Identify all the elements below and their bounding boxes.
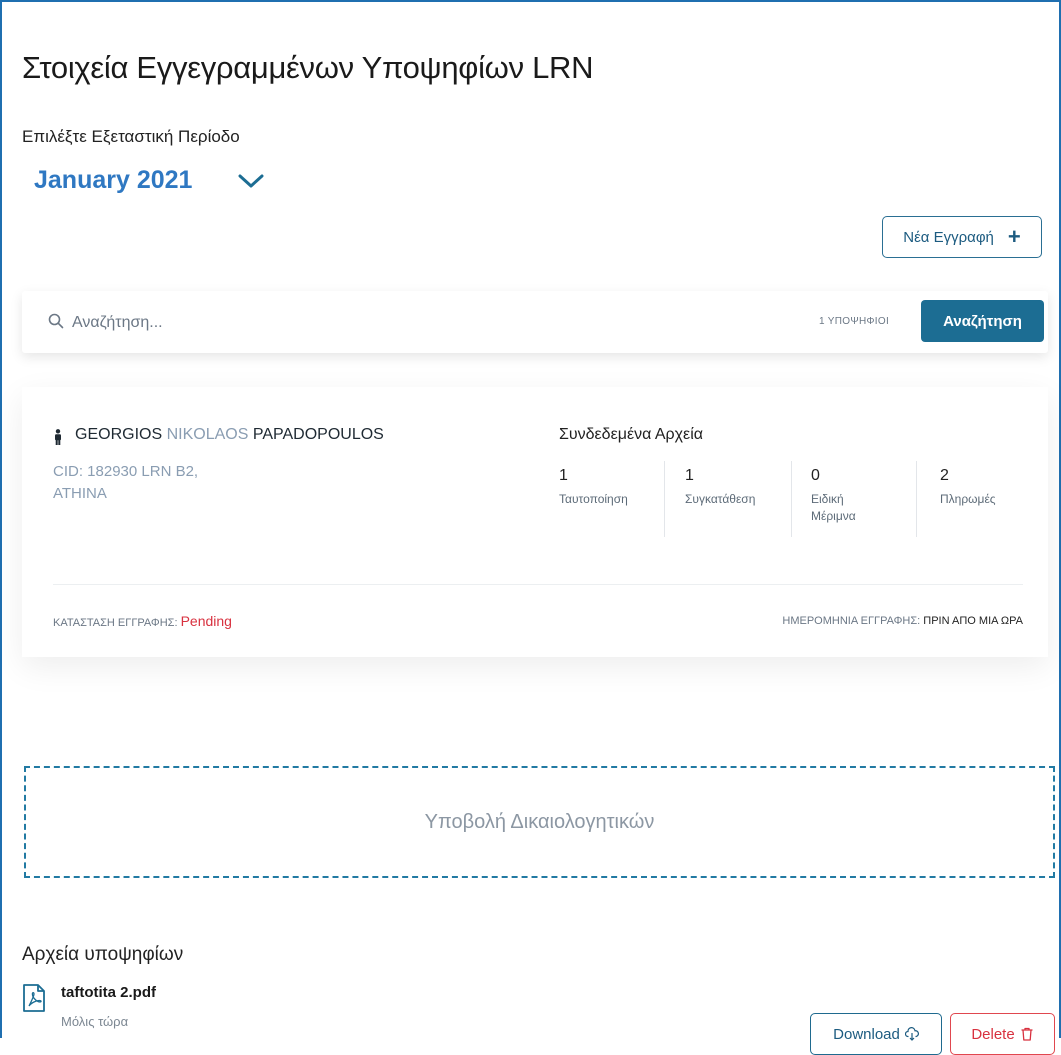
- stat-divider: [916, 461, 917, 537]
- stat-identification: 1 Ταυτοποίηση: [559, 467, 669, 508]
- period-label: Επιλέξτε Εξεταστική Περίοδο: [22, 127, 240, 146]
- download-label: Download: [833, 1025, 900, 1043]
- first-name: GEORGIOS: [75, 426, 163, 443]
- status-badge: Pending: [180, 613, 232, 629]
- chevron-down-icon: [238, 174, 264, 187]
- delete-label: Delete: [971, 1025, 1015, 1043]
- date-label: ΗΜΕΡΟΜΗΝΙΑ ΕΓΓΡΑΦΗΣ:: [782, 615, 921, 627]
- stat-payments: 2 Πληρωμές: [940, 467, 1050, 508]
- stat-label-line2: Μέριμνα: [811, 509, 856, 523]
- stat-value: 1: [685, 467, 694, 484]
- stat-divider: [664, 461, 665, 537]
- candidate-name: GEORGIOS NIKOLAOS PAPADOPOULOS: [75, 426, 384, 444]
- search-button[interactable]: Αναζήτηση: [921, 300, 1044, 342]
- plus-icon: +: [1007, 224, 1021, 249]
- period-value: January 2021: [34, 166, 193, 194]
- stat-label: Πληρωμές: [940, 492, 996, 506]
- last-name: PAPADOPOULOS: [252, 426, 384, 443]
- stat-special-care: 0 Ειδική Μέριμνα: [811, 467, 921, 525]
- stat-value: 2: [940, 467, 949, 484]
- stat-value: 0: [811, 467, 820, 484]
- candidate-count: 1 ΥΠΟΨΗΦΙΟΙ: [819, 316, 890, 327]
- file-time: Μόλις τώρα: [61, 1014, 129, 1029]
- search-bar: 1 ΥΠΟΨΗΦΙΟΙ Αναζήτηση: [22, 291, 1048, 353]
- stat-divider: [791, 461, 792, 537]
- page-title: Στοιχεία Εγγεγραμμένων Υποψηφίων LRN: [22, 50, 594, 85]
- new-registration-button[interactable]: Νέα Εγγραφή +: [882, 216, 1042, 258]
- registration-status: ΚΑΤΑΣΤΑΣΗ ΕΓΓΡΑΦΗΣ: Pending: [53, 613, 232, 629]
- candidate-cid: CID: 182930 LRN B2,: [53, 463, 199, 480]
- candidate-details: CID: 182930 LRN B2, ATHINA: [53, 461, 198, 505]
- upload-label: Υποβολή Δικαιολογητικών: [424, 810, 655, 833]
- person-icon: [55, 429, 61, 445]
- stat-label-line1: Ειδική: [811, 492, 844, 506]
- pdf-file-icon: [23, 984, 45, 1012]
- status-label: ΚΑΤΑΣΤΑΣΗ ΕΓΓΡΑΦΗΣ:: [53, 617, 178, 629]
- candidate-card[interactable]: GEORGIOS NIKOLAOS PAPADOPOULOS CID: 1829…: [22, 387, 1048, 657]
- search-input[interactable]: [70, 309, 674, 337]
- linked-files-title: Συνδεδεμένα Αρχεία: [559, 426, 703, 443]
- card-divider: [53, 584, 1023, 585]
- new-registration-label: Νέα Εγγραφή: [903, 228, 994, 246]
- search-icon: [48, 313, 64, 329]
- stat-consent: 1 Συγκατάθεση: [685, 467, 795, 508]
- registration-date: ΗΜΕΡΟΜΗΝΙΑ ΕΓΓΡΑΦΗΣ: ΠΡΙΝ ΑΠΟ ΜΙΑ ΩΡΑ: [782, 615, 1023, 627]
- files-heading: Αρχεία υποψηφίων: [22, 944, 184, 965]
- date-value: ΠΡΙΝ ΑΠΟ ΜΙΑ ΩΡΑ: [923, 615, 1023, 627]
- file-name[interactable]: taftotita 2.pdf: [61, 984, 156, 1001]
- middle-name: NIKOLAOS: [166, 426, 249, 443]
- stat-value: 1: [559, 467, 568, 484]
- download-button[interactable]: Download: [810, 1013, 942, 1055]
- stat-label: Ταυτοποίηση: [559, 492, 628, 506]
- cloud-download-icon: [904, 1027, 919, 1041]
- stat-label: Συγκατάθεση: [685, 492, 756, 506]
- stat-label: Ειδική Μέριμνα: [811, 491, 921, 525]
- delete-button[interactable]: Delete: [950, 1013, 1055, 1055]
- upload-dropzone[interactable]: Υποβολή Δικαιολογητικών: [24, 766, 1055, 878]
- candidate-city: ATHINA: [53, 485, 107, 502]
- period-select[interactable]: January 2021: [34, 166, 266, 195]
- trash-icon: [1021, 1027, 1033, 1041]
